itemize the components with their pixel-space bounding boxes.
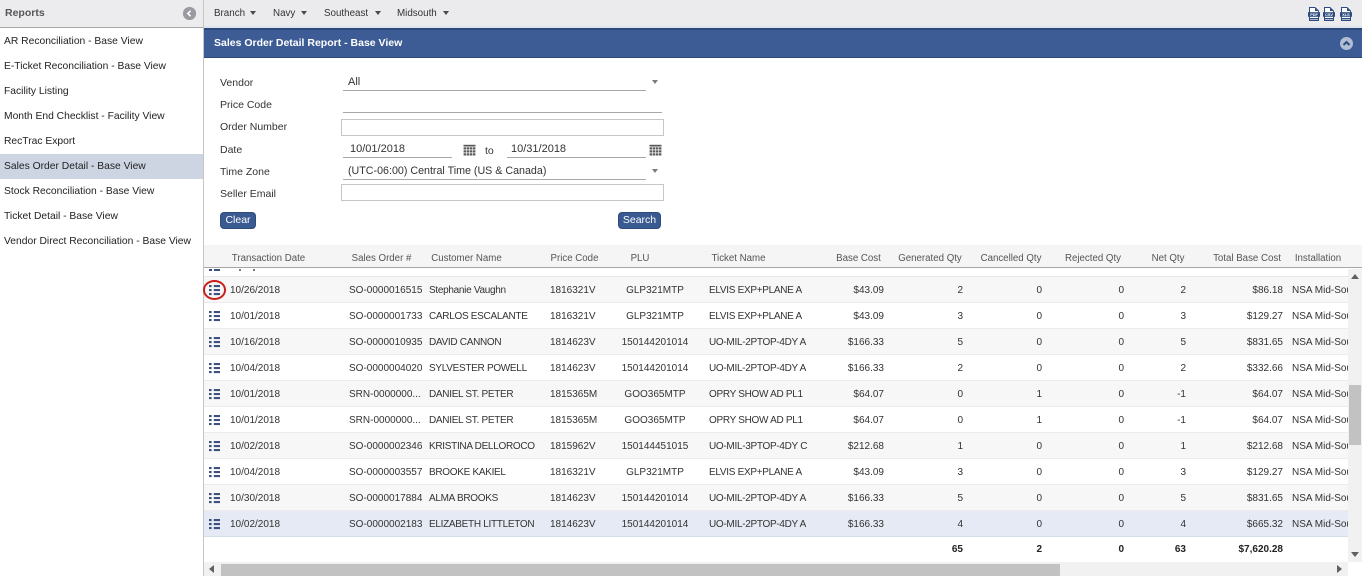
svg-text:CSV: CSV xyxy=(1325,13,1333,17)
svg-text:XLS: XLS xyxy=(1342,13,1350,17)
svg-text:PDF: PDF xyxy=(1310,13,1318,17)
